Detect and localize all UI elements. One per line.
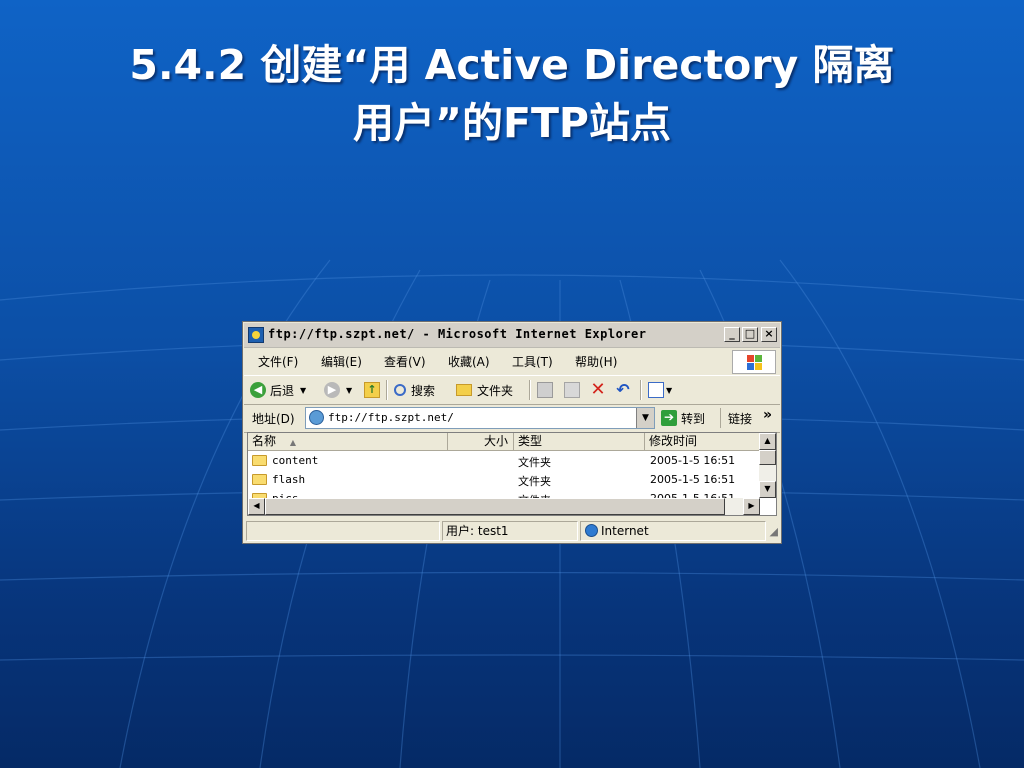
status-main-panel: [246, 521, 440, 541]
scroll-right-button[interactable]: ▶: [743, 498, 760, 515]
address-separator: [720, 408, 721, 428]
folder-icon: [252, 455, 267, 466]
horizontal-scrollbar[interactable]: ◀ ▶: [248, 498, 760, 515]
scroll-up-button[interactable]: ▲: [759, 433, 776, 450]
toolbar-separator: [529, 380, 531, 400]
file-name: flash: [272, 473, 306, 486]
folders-button[interactable]: 文件夹: [456, 380, 513, 400]
address-label: 地址(D): [252, 412, 295, 426]
column-header-size[interactable]: 大小: [448, 433, 514, 451]
windows-logo-icon: [732, 350, 776, 374]
undo-icon: ↶: [616, 380, 630, 399]
scroll-down-button[interactable]: ▼: [759, 481, 776, 498]
forward-dropdown-icon[interactable]: ▼: [346, 386, 352, 395]
horizontal-scroll-thumb[interactable]: [265, 498, 725, 515]
views-dropdown-icon: ▼: [666, 385, 673, 395]
slide-title: 5.4.2 创建“用 Active Directory 隔离 用户”的FTP站点: [40, 36, 984, 152]
file-name: content: [272, 454, 319, 467]
search-icon: [394, 384, 406, 396]
delete-x-icon: ✕: [590, 379, 606, 400]
window-title: ftp://ftp.szpt.net/ - Microsoft Internet…: [268, 327, 647, 341]
standard-toolbar: ◀ 后退 ▼ ▶ ▼ ↑ 搜索 文件夹 ✕ ↶ ▼: [244, 375, 780, 405]
folders-label: 文件夹: [477, 383, 514, 398]
up-folder-button[interactable]: ↑: [364, 380, 380, 400]
ie-window: ftp://ftp.szpt.net/ - Microsoft Internet…: [242, 321, 782, 544]
sort-ascending-icon: ▲: [289, 438, 296, 447]
column-header-name[interactable]: 名称 ▲: [248, 433, 448, 451]
resize-grip-icon[interactable]: ◢: [770, 525, 778, 538]
back-button[interactable]: ◀ 后退 ▼: [250, 380, 306, 400]
file-row[interactable]: flash 文件夹 2005-1-5 16:51: [248, 471, 760, 490]
back-dropdown-icon[interactable]: ▼: [300, 386, 306, 395]
column-header-modified[interactable]: 修改时间: [645, 433, 760, 451]
file-list: 名称 ▲ 大小 类型 修改时间 content 文件夹 2005-1-5 16:…: [247, 432, 777, 516]
links-chevron-icon[interactable]: »: [763, 407, 772, 423]
slide-title-line1: 5.4.2 创建“用 Active Directory 隔离: [129, 41, 895, 89]
links-label[interactable]: 链接: [728, 410, 752, 427]
go-label: 转到: [681, 411, 706, 426]
file-row[interactable]: content 文件夹 2005-1-5 16:51: [248, 452, 760, 471]
ie-app-icon: [248, 327, 264, 343]
undo-button[interactable]: ↶: [615, 380, 631, 400]
folders-icon: [456, 384, 472, 396]
back-arrow-icon: ◀: [250, 382, 266, 398]
file-modified: 2005-1-5 16:51: [650, 473, 736, 486]
slide-title-line2: 用户”的FTP站点: [353, 99, 671, 147]
address-dropdown-button[interactable]: ▼: [636, 408, 654, 428]
address-bar: 地址(D) ftp://ftp.szpt.net/ ▼ ➔ 转到 链接 »: [244, 404, 780, 433]
search-label: 搜索: [411, 383, 436, 398]
status-zone: Internet: [601, 524, 649, 538]
file-modified: 2005-1-5 16:51: [650, 454, 736, 467]
column-header-type[interactable]: 类型: [514, 433, 645, 451]
move-to-button[interactable]: [537, 380, 553, 400]
status-zone-panel: Internet: [580, 521, 766, 541]
menu-favorites[interactable]: 收藏(A): [448, 353, 490, 370]
maximize-button[interactable]: □: [742, 327, 758, 342]
minimize-button[interactable]: _: [724, 327, 740, 342]
forward-button[interactable]: ▶ ▼: [324, 380, 352, 400]
address-input[interactable]: ftp://ftp.szpt.net/ ▼: [305, 407, 655, 429]
move-to-icon: [537, 382, 553, 398]
search-button[interactable]: 搜索: [394, 380, 435, 400]
menu-view[interactable]: 查看(V): [384, 353, 426, 370]
toolbar-separator: [640, 380, 642, 400]
menu-help[interactable]: 帮助(H): [575, 353, 617, 370]
status-user: 用户: test1: [442, 521, 578, 541]
window-titlebar[interactable]: ftp://ftp.szpt.net/ - Microsoft Internet…: [244, 323, 780, 348]
menu-edit[interactable]: 编辑(E): [321, 353, 362, 370]
back-label: 后退: [270, 383, 295, 398]
ftp-globe-icon: [309, 410, 324, 425]
go-arrow-icon: ➔: [661, 410, 677, 426]
menu-tools[interactable]: 工具(T): [512, 353, 553, 370]
menu-file[interactable]: 文件(F): [258, 353, 298, 370]
up-folder-icon: ↑: [364, 382, 380, 398]
close-button[interactable]: ×: [761, 327, 777, 342]
delete-button[interactable]: ✕: [590, 380, 606, 400]
file-type: 文件夹: [518, 456, 551, 469]
scroll-thumb[interactable]: [759, 450, 776, 465]
go-button[interactable]: ➔ 转到: [661, 408, 705, 428]
toolbar-separator: [386, 380, 388, 400]
folder-icon: [252, 474, 267, 485]
file-type: 文件夹: [518, 475, 551, 488]
forward-arrow-icon: ▶: [324, 382, 340, 398]
copy-to-icon: [564, 382, 580, 398]
copy-to-button[interactable]: [564, 380, 580, 400]
scroll-left-button[interactable]: ◀: [248, 498, 265, 515]
column-name-label: 名称: [252, 434, 277, 448]
views-button[interactable]: ▼: [648, 380, 672, 400]
internet-globe-icon: [585, 524, 598, 537]
status-bar: 用户: test1 Internet ◢: [244, 519, 780, 541]
views-grid-icon: [648, 382, 664, 398]
menu-bar: 文件(F) 编辑(E) 查看(V) 收藏(A) 工具(T) 帮助(H): [244, 348, 780, 374]
vertical-scrollbar[interactable]: ▲ ▼: [759, 433, 776, 498]
address-value: ftp://ftp.szpt.net/: [328, 411, 454, 424]
